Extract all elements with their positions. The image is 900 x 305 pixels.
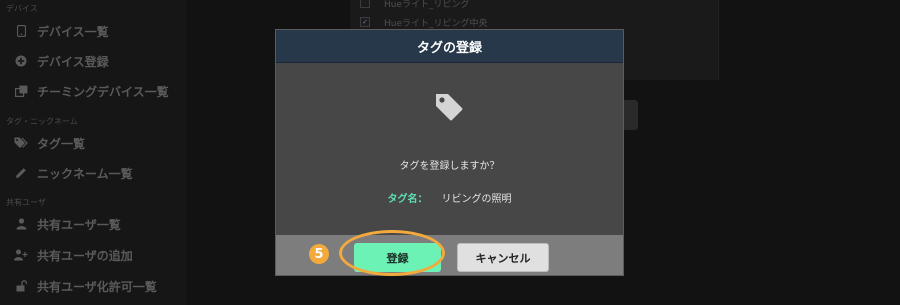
sidebar-item-label: 共有ユーザ一覧 [37,217,121,232]
pencil-icon [14,166,28,180]
device-checkbox-checked[interactable]: ✓ [360,17,370,27]
device-list-row[interactable]: Hueライト_リビング [360,0,470,12]
device-label: Hueライト_リビング [384,0,470,10]
sidebar-item-label: デバイス一覧 [37,24,109,39]
sidebar-item-device-list[interactable]: デバイス一覧 [14,22,109,40]
sidebar-section-tags: タグ・ニックネーム [6,117,78,126]
tag-name-value: リビングの照明 [441,194,512,205]
sidebar-item-teaming-devices[interactable]: チーミングデバイス一覧 [14,82,169,100]
device-label: Hueライト_リビング中央 [384,18,488,29]
sidebar-item-label: 共有ユーザの追加 [37,248,133,263]
sidebar-item-label: ニックネーム一覧 [37,166,133,181]
sidebar-item-label: チーミングデバイス一覧 [37,84,169,99]
tags-icon [14,136,28,150]
phone-icon [14,24,28,38]
sidebar: デバイス デバイス一覧 デバイス登録 チーミングデバイス一覧 タグ・ニックネーム… [0,0,186,305]
modal-header: タグの登録 [276,30,623,63]
sidebar-item-add-shared-user[interactable]: 共有ユーザの追加 [14,246,133,264]
clone-icon [14,84,28,98]
tag-icon [433,91,465,127]
sidebar-section-shared-users: 共有ユーザ [6,198,46,207]
tag-name-row: タグ名： リビングの照明 [276,190,623,205]
step-badge: 5 [309,244,329,264]
sidebar-item-shared-user-list[interactable]: 共有ユーザ一覧 [14,215,121,233]
sidebar-section-devices: デバイス [6,4,38,13]
user-plus-icon [14,248,28,262]
sidebar-item-shared-user-permissions[interactable]: 共有ユーザ化許可一覧 [14,277,157,295]
confirm-question: タグを登録しますか？ [399,161,500,172]
user-icon [14,217,28,231]
sidebar-item-label: タグ一覧 [37,136,86,151]
modal-title: タグの登録 [416,40,482,56]
device-checkbox[interactable] [360,0,370,8]
highlight-ring [339,230,445,276]
sidebar-item-nickname-list[interactable]: ニックネーム一覧 [14,164,133,182]
sidebar-item-tag-list[interactable]: タグ一覧 [14,134,85,152]
modal-body: タグを登録しますか？ タグ名： リビングの照明 [276,63,623,235]
tag-name-label: タグ名： [387,194,428,205]
lock-open-icon [14,279,28,293]
sidebar-item-device-register[interactable]: デバイス登録 [14,52,109,70]
sidebar-item-label: 共有ユーザ化許可一覧 [37,279,157,294]
tag-register-modal: タグの登録 タグを登録しますか？ タグ名： リビングの照明 登録 キャンセル [275,29,624,276]
plus-circle-icon [14,54,28,68]
cancel-button[interactable]: キャンセル [457,243,549,272]
background-button [624,100,638,130]
sidebar-item-label: デバイス登録 [37,54,109,69]
